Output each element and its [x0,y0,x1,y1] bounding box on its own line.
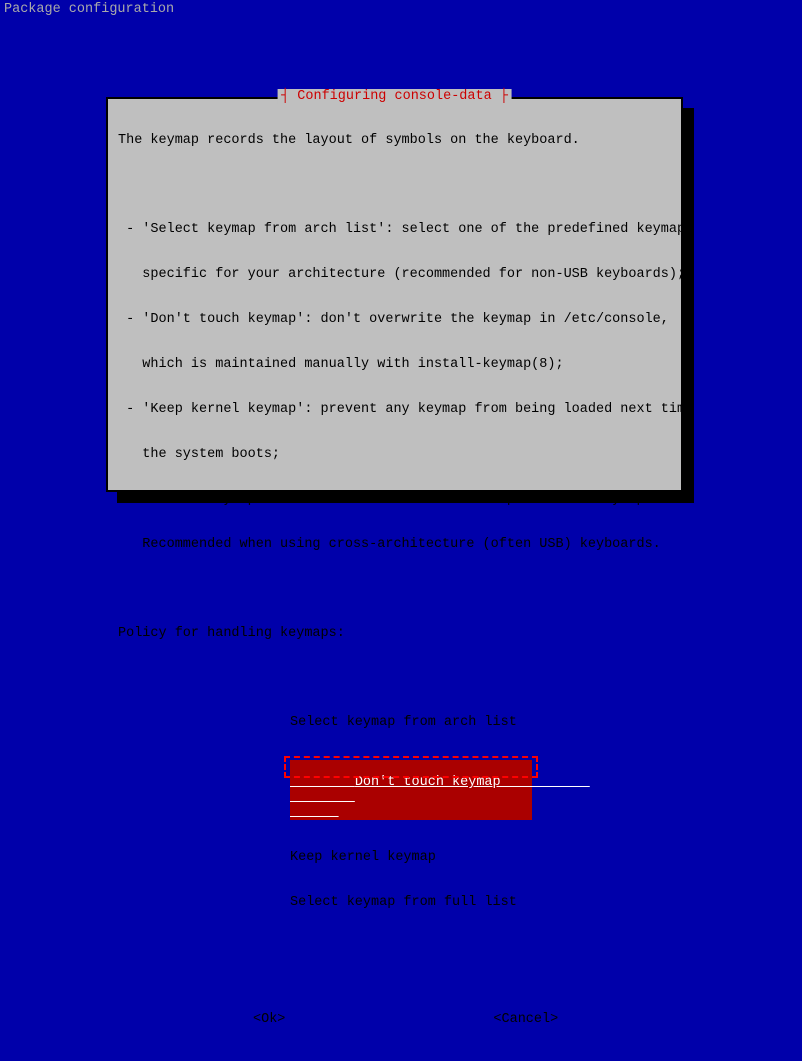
bullet-line: - 'Select keymap from arch list': select… [118,222,671,237]
option-arch-list[interactable]: Select keymap from arch list [290,715,532,730]
page-header: Package configuration [0,0,802,19]
dialog-prompt: Policy for handling keymaps: [118,626,671,641]
bullet-line: Recommended when using cross-architectur… [118,537,671,552]
bullet-line: - 'Keep kernel keymap': prevent any keym… [118,402,671,417]
header-title: Package configuration [4,2,174,17]
bullet-line: the system boots; [118,447,671,462]
option-keep-kernel[interactable]: Keep kernel keymap [290,850,532,865]
cancel-button[interactable]: <Cancel> [493,1012,558,1027]
dialog-content: The keymap records the layout of symbols… [108,99,681,1061]
bullet-line: which is maintained manually with instal… [118,357,671,372]
config-dialog: ┤ Configuring console-data ├ The keymap … [106,97,683,492]
bullet-list: - 'Select keymap from arch list': select… [118,192,671,582]
option-dont-touch[interactable]: Don't touch keymap [290,760,532,820]
ok-button[interactable]: <Ok> [253,1012,285,1027]
bullet-line: - 'Select keymap from full list': list a… [118,492,671,507]
dialog-buttons: <Ok> <Cancel> [118,1012,671,1027]
option-label: Don't touch keymap [355,775,590,790]
option-full-list[interactable]: Select keymap from full list [290,895,532,910]
dialog-title: ┤ Configuring console-data ├ [277,89,512,104]
bullet-line: specific for your architecture (recommen… [118,267,671,282]
bullet-line: - 'Don't touch keymap': don't overwrite … [118,312,671,327]
dialog-description: The keymap records the layout of symbols… [118,133,671,148]
options-list: Select keymap from arch list Don't touch… [118,685,671,940]
